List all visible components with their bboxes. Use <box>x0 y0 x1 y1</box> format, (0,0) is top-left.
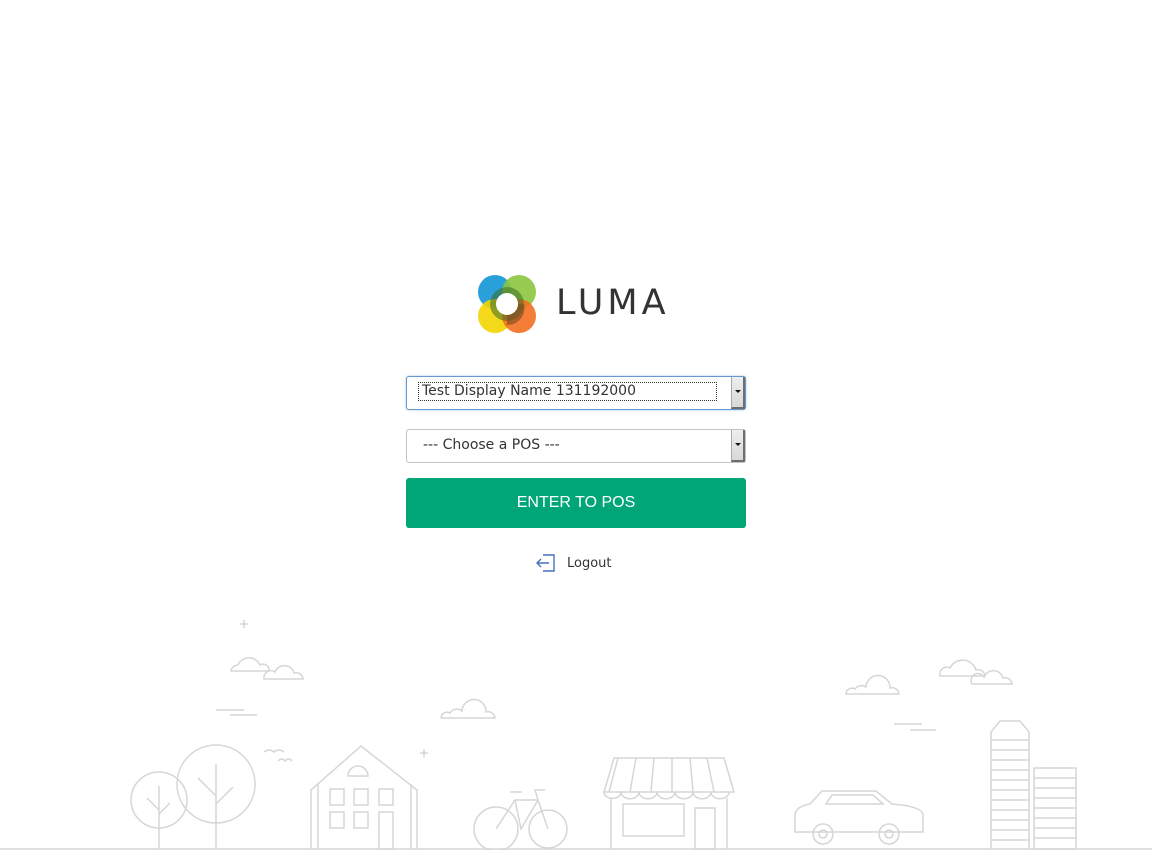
sparkle-icon <box>420 749 428 757</box>
bird-icon <box>277 758 293 763</box>
luma-logo-icon <box>478 275 536 333</box>
cloud-icon <box>845 674 900 695</box>
city-scenery-illustration <box>0 620 1152 850</box>
cloud-icon <box>230 657 270 672</box>
luma-logo: LUMA <box>476 273 676 335</box>
house-icon <box>310 745 418 849</box>
car-icon <box>794 790 924 833</box>
logout-link[interactable]: Logout <box>535 552 612 574</box>
pos-select[interactable]: --- Choose a POS --- <box>406 429 746 463</box>
pos-select-value: --- Choose a POS --- <box>423 437 560 453</box>
logout-label: Logout <box>567 555 612 571</box>
location-select[interactable]: Test Display Name 131192000 <box>406 376 746 410</box>
chevron-down-icon[interactable] <box>731 377 745 409</box>
wind-lines <box>894 723 936 731</box>
enter-to-pos-button[interactable]: ENTER TO POS <box>406 478 746 528</box>
brand-name: LUMA <box>556 283 670 323</box>
pos-login-page: LUMA Test Display Name 131192000 --- Cho… <box>0 0 1152 850</box>
wind-lines <box>216 709 257 716</box>
chevron-down-icon[interactable] <box>731 430 745 462</box>
logout-icon <box>536 554 555 572</box>
cloud-icon <box>263 664 304 680</box>
shop-icon <box>602 757 736 793</box>
location-select-value: Test Display Name 131192000 <box>418 382 717 401</box>
bird-icon <box>263 749 285 753</box>
sparkle-icon <box>240 620 248 628</box>
cloud-icon <box>970 669 1013 685</box>
cloud-icon <box>440 698 496 719</box>
